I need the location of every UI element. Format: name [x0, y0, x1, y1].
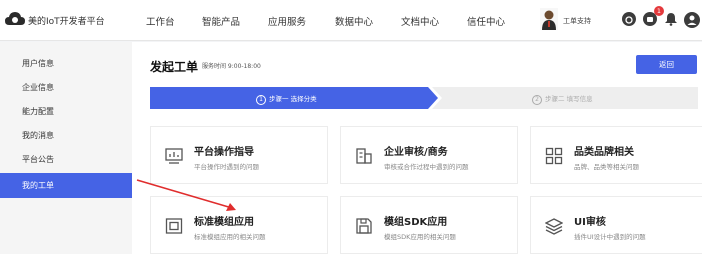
sidebar-item-capability-config[interactable]: 能力配置: [0, 100, 132, 124]
category-card-enterprise-review[interactable]: 企业审核/商务 审核或合作过程中遇到的问题: [340, 126, 518, 184]
service-time: 服务时间 9:00-18:00: [202, 63, 261, 70]
support-avatar-icon[interactable]: [540, 8, 558, 30]
nav-trust-center[interactable]: 信任中心: [467, 14, 505, 28]
card-description: 插件UI设计中遇到的问题: [574, 233, 646, 241]
user-label[interactable]: 工单支持: [563, 16, 591, 26]
card-title: 标准模组应用: [194, 217, 254, 228]
card-title: 企业审核/商务: [384, 147, 448, 158]
back-button[interactable]: 返回: [636, 55, 697, 74]
step-2-label: 步骤二 填写信息: [545, 95, 593, 103]
grid-icon: [545, 147, 563, 165]
sidebar-item-user-info[interactable]: 用户信息: [0, 52, 132, 76]
sidebar: 用户信息 企业信息 能力配置 我的消息 平台公告 我的工单: [0, 42, 132, 254]
category-card-standard-module[interactable]: 标准模组应用 标准模组应用的相关问题: [150, 196, 328, 254]
step-bar-graphic: [150, 87, 698, 109]
sidebar-item-company-info[interactable]: 企业信息: [0, 76, 132, 100]
nav-workbench[interactable]: 工作台: [146, 14, 175, 28]
main-content: 发起工单 服务时间 9:00-18:00 返回 1 步骤一 选择分类 2 步骤二 填…: [132, 42, 702, 254]
cloud-logo-icon[interactable]: [4, 11, 26, 27]
enterprise-icon: [356, 148, 372, 164]
top-bar: 美的IoT开发者平台 工作台 智能产品 应用服务 数据中心 文档中心 信任中心 …: [0, 0, 702, 41]
category-card-ui-review[interactable]: UI审核 插件UI设计中遇到的问题: [530, 196, 702, 254]
card-description: 标准模组应用的相关问题: [194, 233, 266, 241]
card-title: 模组SDK应用: [384, 217, 448, 228]
user-account-icon[interactable]: [684, 12, 700, 28]
nav-smart-products[interactable]: 智能产品: [202, 14, 240, 28]
card-title: 品类品牌相关: [574, 147, 634, 158]
step-1-number: 1: [256, 95, 266, 105]
nav-data-center[interactable]: 数据中心: [335, 14, 373, 28]
brand-name[interactable]: 美的IoT开发者平台: [28, 14, 105, 27]
card-description: 品牌、品类等相关问题: [574, 163, 639, 171]
step-1: 1 步骤一 选择分类: [256, 93, 317, 105]
card-description: 平台操作时遇到的问题: [194, 163, 259, 171]
sidebar-item-my-messages[interactable]: 我的消息: [0, 124, 132, 148]
sidebar-item-announcements[interactable]: 平台公告: [0, 148, 132, 172]
card-description: 模组SDK应用的相关问题: [384, 233, 456, 241]
page-title: 发起工单: [150, 60, 199, 74]
category-card-brand-category[interactable]: 品类品牌相关 品牌、品类等相关问题: [530, 126, 702, 184]
card-title: UI审核: [574, 217, 606, 228]
step-progress: 1 步骤一 选择分类 2 步骤二 填写信息: [150, 87, 698, 109]
category-card-platform-guide[interactable]: 平台操作指导 平台操作时遇到的问题: [150, 126, 328, 184]
step-1-label: 步骤一 选择分类: [269, 95, 317, 103]
settings-icon[interactable]: [622, 12, 636, 26]
nav-app-services[interactable]: 应用服务: [268, 14, 306, 28]
card-title: 平台操作指导: [194, 147, 254, 158]
layers-icon: [545, 218, 563, 235]
sidebar-item-my-tickets[interactable]: 我的工单: [0, 173, 132, 198]
sdk-icon: [356, 218, 372, 234]
card-description: 审核或合作过程中遇到的问题: [384, 163, 469, 171]
nav-docs-center[interactable]: 文档中心: [401, 14, 439, 28]
notification-badge: 1: [654, 6, 664, 16]
bell-icon[interactable]: [664, 12, 678, 26]
category-card-module-sdk[interactable]: 模组SDK应用 模组SDK应用的相关问题: [340, 196, 518, 254]
step-2: 2 步骤二 填写信息: [532, 93, 593, 105]
step-2-number: 2: [532, 95, 542, 105]
module-icon: [165, 218, 183, 234]
monitor-chart-icon: [165, 148, 183, 164]
